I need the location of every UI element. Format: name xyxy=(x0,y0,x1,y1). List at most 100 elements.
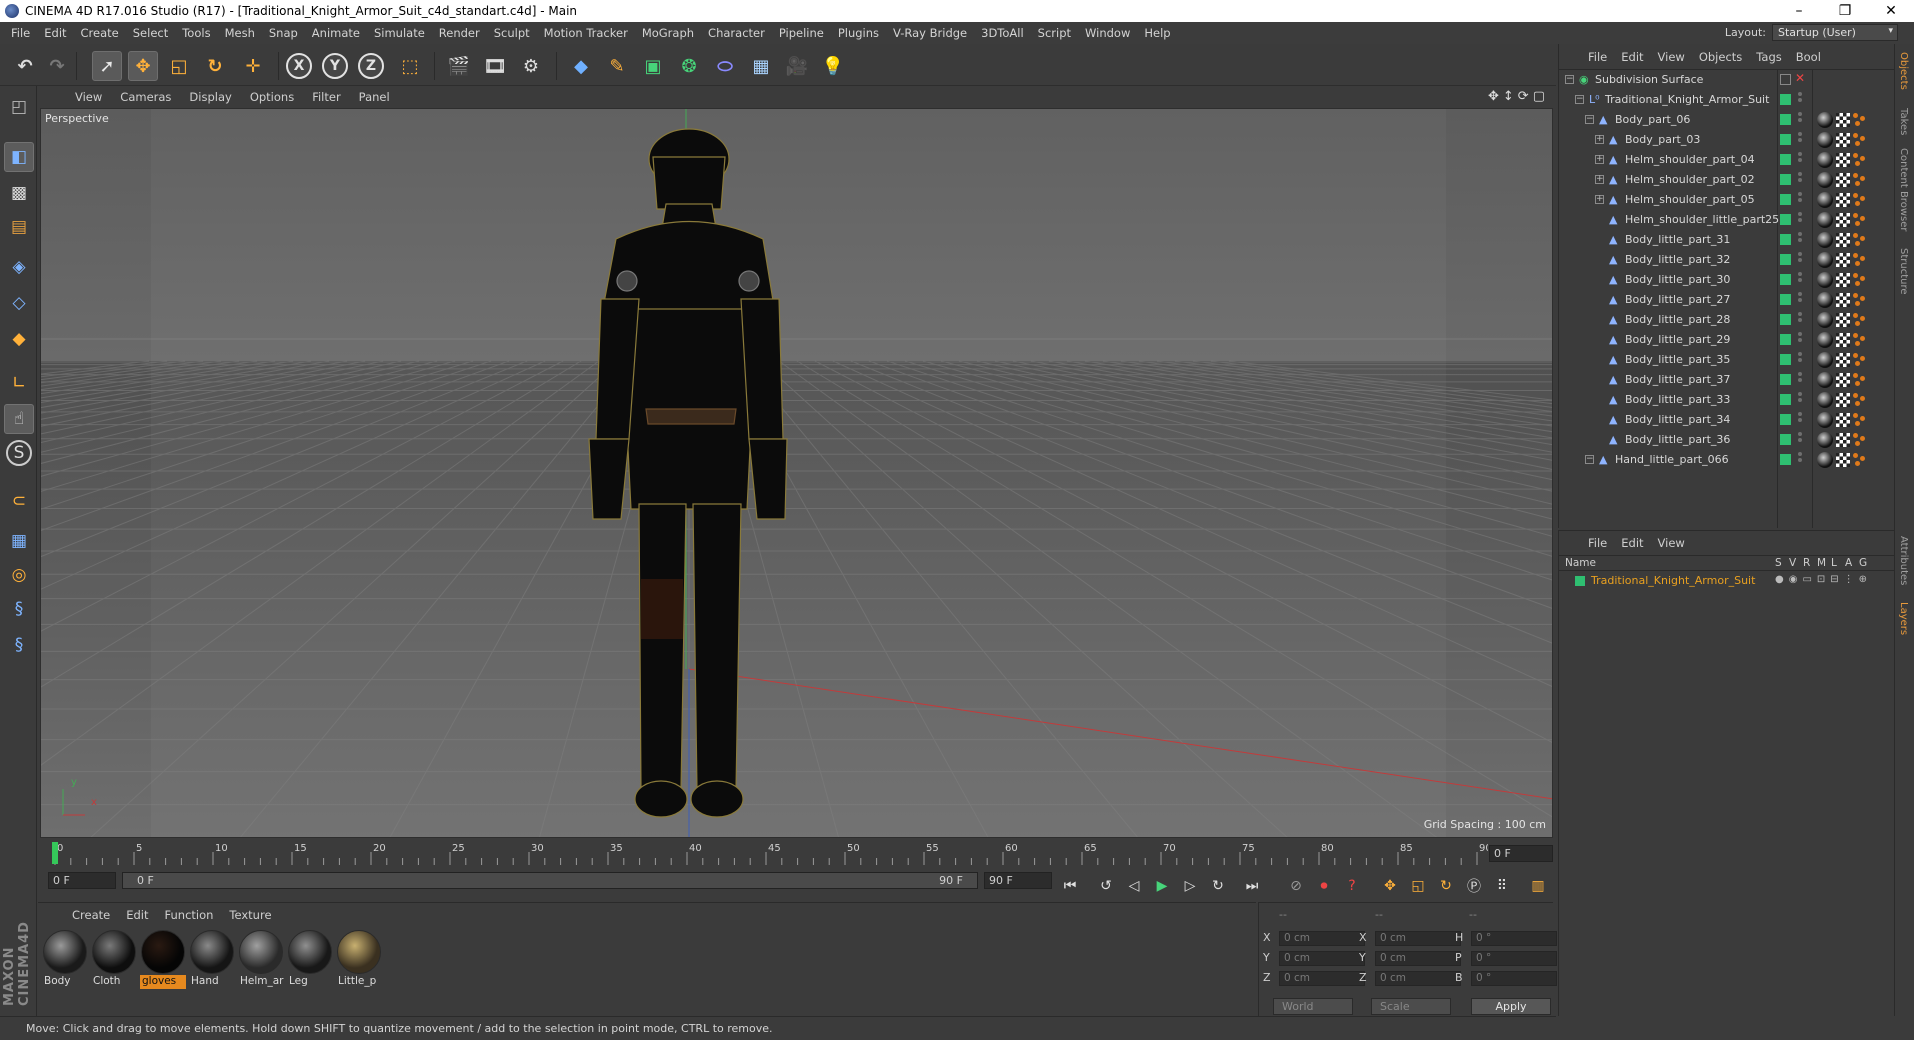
phong-tag-icon[interactable] xyxy=(1853,373,1867,387)
texture-tag-icon[interactable] xyxy=(1836,133,1850,147)
layer-menu-file[interactable]: File xyxy=(1581,536,1614,550)
coord-field-h[interactable]: 0 ° xyxy=(1471,931,1557,946)
texture-tag-icon[interactable] xyxy=(1836,313,1850,327)
texture-tag-icon[interactable] xyxy=(1836,173,1850,187)
record-keys-icon[interactable]: ⊘ xyxy=(1284,874,1308,898)
object-row[interactable]: ▲ Body_little_part_28 xyxy=(1559,310,1895,330)
viewport-menu-view[interactable]: View xyxy=(66,90,111,104)
material-tag-icon[interactable] xyxy=(1817,372,1833,388)
polygons-mode-icon[interactable]: ◆ xyxy=(4,324,34,354)
minimize-button[interactable]: – xyxy=(1776,0,1822,22)
tab-attributes[interactable]: Attributes xyxy=(1898,536,1909,585)
object-row[interactable]: ▲ Body_little_part_37 xyxy=(1559,370,1895,390)
visibility-dots[interactable] xyxy=(1798,232,1802,246)
object-name[interactable]: Body_little_part_33 xyxy=(1625,393,1730,406)
object-row[interactable]: ▲ Body_little_part_32 xyxy=(1559,250,1895,270)
material-swatch[interactable]: Helm_ar xyxy=(238,929,284,987)
object-menu-file[interactable]: File xyxy=(1581,50,1614,64)
expand-toggle[interactable]: − xyxy=(1565,75,1574,84)
material-tag-icon[interactable] xyxy=(1817,312,1833,328)
menu-plugins[interactable]: Plugins xyxy=(831,26,886,40)
menu-sculpt[interactable]: Sculpt xyxy=(487,26,537,40)
menu-mesh[interactable]: Mesh xyxy=(218,26,262,40)
object-row[interactable]: ▲ Body_little_part_33 xyxy=(1559,390,1895,410)
coord-field-b[interactable]: 0 ° xyxy=(1471,971,1557,986)
material-tag-icon[interactable] xyxy=(1817,252,1833,268)
key-rotation-icon[interactable]: ↻ xyxy=(1434,874,1458,898)
autokeying-icon[interactable]: ⏺ xyxy=(1312,874,1336,898)
layer-toggle-icons[interactable]: ●◉▭⊡⊟⋮⊕ xyxy=(1775,574,1872,585)
orbit-icon[interactable]: ⟳ xyxy=(1518,89,1529,104)
object-name[interactable]: Body_little_part_28 xyxy=(1625,313,1730,326)
object-name[interactable]: Body_part_06 xyxy=(1615,113,1690,126)
phong-tag-icon[interactable] xyxy=(1853,353,1867,367)
previous-frame-icon[interactable]: ◁ xyxy=(1122,874,1146,898)
object-name[interactable]: Helm_shoulder_part_04 xyxy=(1625,153,1755,166)
layer-menu-view[interactable]: View xyxy=(1651,536,1692,550)
menu-character[interactable]: Character xyxy=(701,26,772,40)
menu-v-ray-bridge[interactable]: V-Ray Bridge xyxy=(886,26,974,40)
object-row[interactable]: + ▲ Body_part_03 xyxy=(1559,130,1895,150)
make-editable-icon[interactable]: ◰ xyxy=(4,92,34,122)
restore-button[interactable]: ❐ xyxy=(1822,0,1868,22)
snapping-icon[interactable]: S xyxy=(6,440,32,466)
live-selection-icon[interactable]: ➚ xyxy=(92,51,122,81)
move-tool-icon[interactable]: ✥ xyxy=(128,51,158,81)
next-key-icon[interactable]: ↻ xyxy=(1206,874,1230,898)
expand-toggle[interactable]: + xyxy=(1595,195,1604,204)
coord-field-z[interactable]: 0 cm xyxy=(1279,971,1365,986)
texture-tag-icon[interactable] xyxy=(1836,233,1850,247)
object-name[interactable]: Body_little_part_34 xyxy=(1625,413,1730,426)
material-tag-icon[interactable] xyxy=(1817,232,1833,248)
texture-tag-icon[interactable] xyxy=(1836,393,1850,407)
render-settings-icon[interactable]: ⚙ xyxy=(516,51,546,81)
material-swatch[interactable]: Body xyxy=(42,929,88,987)
material-swatch[interactable]: Little_p xyxy=(336,929,382,987)
texture-tag-icon[interactable] xyxy=(1836,113,1850,127)
material-tag-icon[interactable] xyxy=(1817,352,1833,368)
visibility-dots[interactable] xyxy=(1798,412,1802,426)
size-mode-dropdown[interactable]: Scale xyxy=(1371,998,1451,1015)
layer-menu-edit[interactable]: Edit xyxy=(1614,536,1650,550)
key-pla-icon[interactable]: ⠿ xyxy=(1490,874,1514,898)
object-name[interactable]: Helm_shoulder_part_02 xyxy=(1625,173,1755,186)
layer-row[interactable]: Traditional_Knight_Armor_Suit ●◉▭⊡⊟⋮⊕ xyxy=(1559,571,1894,591)
material-tag-icon[interactable] xyxy=(1817,412,1833,428)
phong-tag-icon[interactable] xyxy=(1853,233,1867,247)
phong-tag-icon[interactable] xyxy=(1853,393,1867,407)
object-name[interactable]: Helm_shoulder_part_05 xyxy=(1625,193,1755,206)
material-tag-icon[interactable] xyxy=(1817,432,1833,448)
menu-select[interactable]: Select xyxy=(126,26,175,40)
edges-mode-icon[interactable]: ◇ xyxy=(4,288,34,318)
y-axis-lock-icon[interactable]: Y xyxy=(322,53,348,79)
texture-tag-icon[interactable] xyxy=(1836,373,1850,387)
coord-field-z[interactable]: 0 cm xyxy=(1375,971,1461,986)
floor-environment-icon[interactable]: ▦ xyxy=(746,51,776,81)
visibility-dots[interactable] xyxy=(1798,112,1802,126)
coord-field-p[interactable]: 0 ° xyxy=(1471,951,1557,966)
object-row[interactable]: − L⁰ Traditional_Knight_Armor_Suit xyxy=(1559,90,1895,110)
phong-tag-icon[interactable] xyxy=(1853,213,1867,227)
start-frame-field[interactable]: 0 F xyxy=(48,872,116,889)
menu-window[interactable]: Window xyxy=(1078,26,1137,40)
menu-simulate[interactable]: Simulate xyxy=(367,26,432,40)
frame-range-slider[interactable]: 0 F 90 F xyxy=(122,872,978,889)
material-tag-icon[interactable] xyxy=(1817,392,1833,408)
phong-tag-icon[interactable] xyxy=(1853,433,1867,447)
rotate-tool-icon[interactable]: ↻ xyxy=(200,51,230,81)
magnet-icon[interactable]: ⊂ xyxy=(4,486,34,516)
object-name[interactable]: Body_little_part_32 xyxy=(1625,253,1730,266)
material-swatch[interactable]: gloves xyxy=(140,929,186,989)
expand-toggle[interactable]: − xyxy=(1585,455,1594,464)
texture-mode-icon[interactable]: ▩ xyxy=(4,178,34,208)
object-row[interactable]: ▲ Body_little_part_34 xyxy=(1559,410,1895,430)
coord-field-y[interactable]: 0 cm xyxy=(1279,951,1365,966)
key-position-icon[interactable]: ✥ xyxy=(1378,874,1402,898)
phong-tag-icon[interactable] xyxy=(1853,453,1867,467)
object-name[interactable]: Subdivision Surface xyxy=(1595,73,1703,86)
key-scale-icon[interactable]: ◱ xyxy=(1406,874,1430,898)
object-name[interactable]: Body_little_part_37 xyxy=(1625,373,1730,386)
visibility-dots[interactable] xyxy=(1798,352,1802,366)
material-tag-icon[interactable] xyxy=(1817,292,1833,308)
object-name[interactable]: Body_little_part_30 xyxy=(1625,273,1730,286)
